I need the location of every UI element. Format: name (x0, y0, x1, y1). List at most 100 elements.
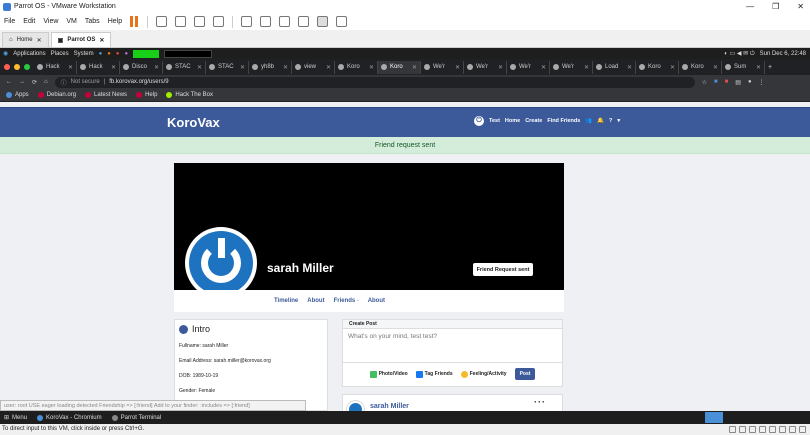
console-view-icon[interactable] (317, 16, 329, 27)
close-icon[interactable]: ✕ (326, 64, 331, 71)
device-icon[interactable] (779, 426, 786, 433)
launcher-icon[interactable]: ● (116, 51, 120, 57)
bookmark-help[interactable]: Help (136, 92, 157, 98)
post-menu-icon[interactable]: ··· (534, 397, 546, 407)
snapshot-icon[interactable] (175, 16, 187, 27)
tab-friends[interactable]: Friends ▫ (334, 298, 359, 304)
close-icon[interactable]: ✕ (541, 64, 546, 71)
close-icon[interactable]: ✕ (584, 64, 589, 71)
feeling-button[interactable]: Feeling/Activity (460, 370, 507, 378)
workspace-indicator[interactable] (705, 412, 723, 423)
profile-icon[interactable]: ● (748, 79, 752, 85)
close-icon[interactable]: ✕ (412, 64, 417, 71)
panel-applications[interactable]: Applications (13, 51, 45, 57)
close-icon[interactable]: ✕ (369, 64, 374, 71)
panel-datetime[interactable]: Sun Dec 6, 22:48 (760, 51, 806, 57)
browser-tab[interactable]: Sum ✕ (722, 60, 765, 74)
tab-home[interactable]: ⌂ Home ✕ (2, 32, 49, 47)
nav-user[interactable]: Test (489, 118, 500, 124)
post-author[interactable]: sarah Miller (370, 403, 409, 410)
maximize-button[interactable]: ❐ (772, 0, 779, 13)
browser-tab[interactable]: Disco ✕ (120, 60, 163, 74)
browser-tab[interactable]: view ✕ (292, 60, 335, 74)
stretch-icon[interactable] (336, 16, 348, 27)
tab-about[interactable]: About (307, 298, 324, 304)
taskbar-menu[interactable]: ⊞ Menu (4, 414, 27, 422)
panel-system[interactable]: System (74, 51, 94, 57)
launcher-icon[interactable]: ● (99, 51, 103, 57)
browser-tab[interactable]: We'r ✕ (550, 60, 593, 74)
browser-tab[interactable]: STAC ✕ (206, 60, 249, 74)
close-window-dot[interactable] (4, 64, 10, 70)
bookmark-debian[interactable]: Debian.org (37, 92, 76, 98)
site-brand[interactable]: KoroVax (167, 115, 220, 130)
send-keys-icon[interactable] (156, 16, 168, 27)
browser-tab[interactable]: Koro ✕ (335, 60, 378, 74)
photo-video-button[interactable]: Photo/Video (369, 370, 408, 378)
browser-tab[interactable]: Hack ✕ (77, 60, 120, 74)
browser-tab[interactable]: Koro ✕ (679, 60, 722, 74)
close-icon[interactable]: ✕ (756, 64, 761, 71)
fullscreen-icon[interactable] (279, 16, 291, 27)
close-icon[interactable]: ✕ (154, 64, 159, 71)
bookmark-apps[interactable]: Apps (6, 92, 29, 98)
taskbar-chromium[interactable]: KoroVax - Chromium (37, 414, 102, 421)
menu-view[interactable]: View (43, 18, 58, 25)
device-icon[interactable] (739, 426, 746, 433)
launcher-icon[interactable]: ● (107, 51, 111, 57)
browser-tab[interactable]: Koro ✕ (378, 60, 421, 74)
extension-icon[interactable]: ■ (725, 79, 729, 85)
menu-edit[interactable]: Edit (23, 18, 35, 25)
library-icon[interactable] (241, 16, 253, 27)
browser-tab[interactable]: Load ✕ (593, 60, 636, 74)
menu-tabs[interactable]: Tabs (85, 18, 100, 25)
close-icon[interactable]: ✕ (627, 64, 632, 71)
bookmark-latest-news[interactable]: Latest News (85, 92, 127, 98)
post-textarea[interactable]: What's on your mind, test test? (343, 329, 562, 363)
post-avatar[interactable] (347, 401, 364, 411)
close-icon[interactable]: ✕ (240, 64, 245, 71)
browser-tab[interactable]: Hack ✕ (34, 60, 77, 74)
nav-create[interactable]: Create (525, 118, 542, 124)
star-icon[interactable]: ☆ (702, 79, 707, 86)
home-icon[interactable]: ⌂ (44, 79, 48, 85)
device-icon[interactable] (799, 426, 806, 433)
close-icon[interactable]: ✕ (713, 64, 718, 71)
thumbnail-icon[interactable] (260, 16, 272, 27)
extension-icon[interactable]: ■ (714, 79, 718, 85)
tab-about-2[interactable]: About (368, 298, 385, 304)
minimize-button[interactable]: — (746, 0, 754, 13)
device-icon[interactable] (759, 426, 766, 433)
device-icon[interactable] (729, 426, 736, 433)
nav-home[interactable]: Home (505, 118, 520, 124)
address-input[interactable]: ⓘ Not secure | fb.korovax.org/users/9 (54, 76, 695, 88)
close-icon[interactable]: ✕ (455, 64, 460, 71)
close-icon[interactable]: ✕ (99, 37, 104, 44)
close-icon[interactable]: ✕ (283, 64, 288, 71)
pause-icon[interactable] (130, 16, 139, 27)
forward-icon[interactable]: → (19, 79, 25, 85)
browser-tab[interactable]: STAC ✕ (163, 60, 206, 74)
tab-parrot-os[interactable]: ▣ Parrot OS ✕ (50, 32, 112, 47)
close-icon[interactable]: ✕ (68, 64, 73, 71)
device-icon[interactable] (769, 426, 776, 433)
minimize-window-dot[interactable] (14, 64, 20, 70)
unity-icon[interactable] (298, 16, 310, 27)
tab-timeline[interactable]: Timeline (274, 298, 298, 304)
nav-find-friends[interactable]: Find Friends (547, 118, 580, 124)
extension-icon[interactable]: ▤ (735, 79, 741, 86)
menu-kebab-icon[interactable]: ⋮ (759, 79, 765, 86)
close-icon[interactable]: ✕ (670, 64, 675, 71)
browser-tab[interactable]: We'r ✕ (464, 60, 507, 74)
post-button[interactable]: Post (514, 368, 536, 380)
profile-avatar[interactable] (185, 227, 257, 299)
close-icon[interactable]: ✕ (197, 64, 202, 71)
taskbar-terminal[interactable]: Parrot Terminal (111, 414, 161, 421)
browser-tab[interactable]: We'r ✕ (507, 60, 550, 74)
device-icon[interactable] (749, 426, 756, 433)
caret-down-icon[interactable]: ▾ (617, 118, 620, 124)
close-icon[interactable]: ✕ (111, 64, 116, 71)
bell-icon[interactable]: 🔔 (597, 118, 604, 124)
new-tab-icon[interactable]: + (768, 64, 772, 71)
tag-friends-button[interactable]: Tag Friends (415, 370, 453, 378)
